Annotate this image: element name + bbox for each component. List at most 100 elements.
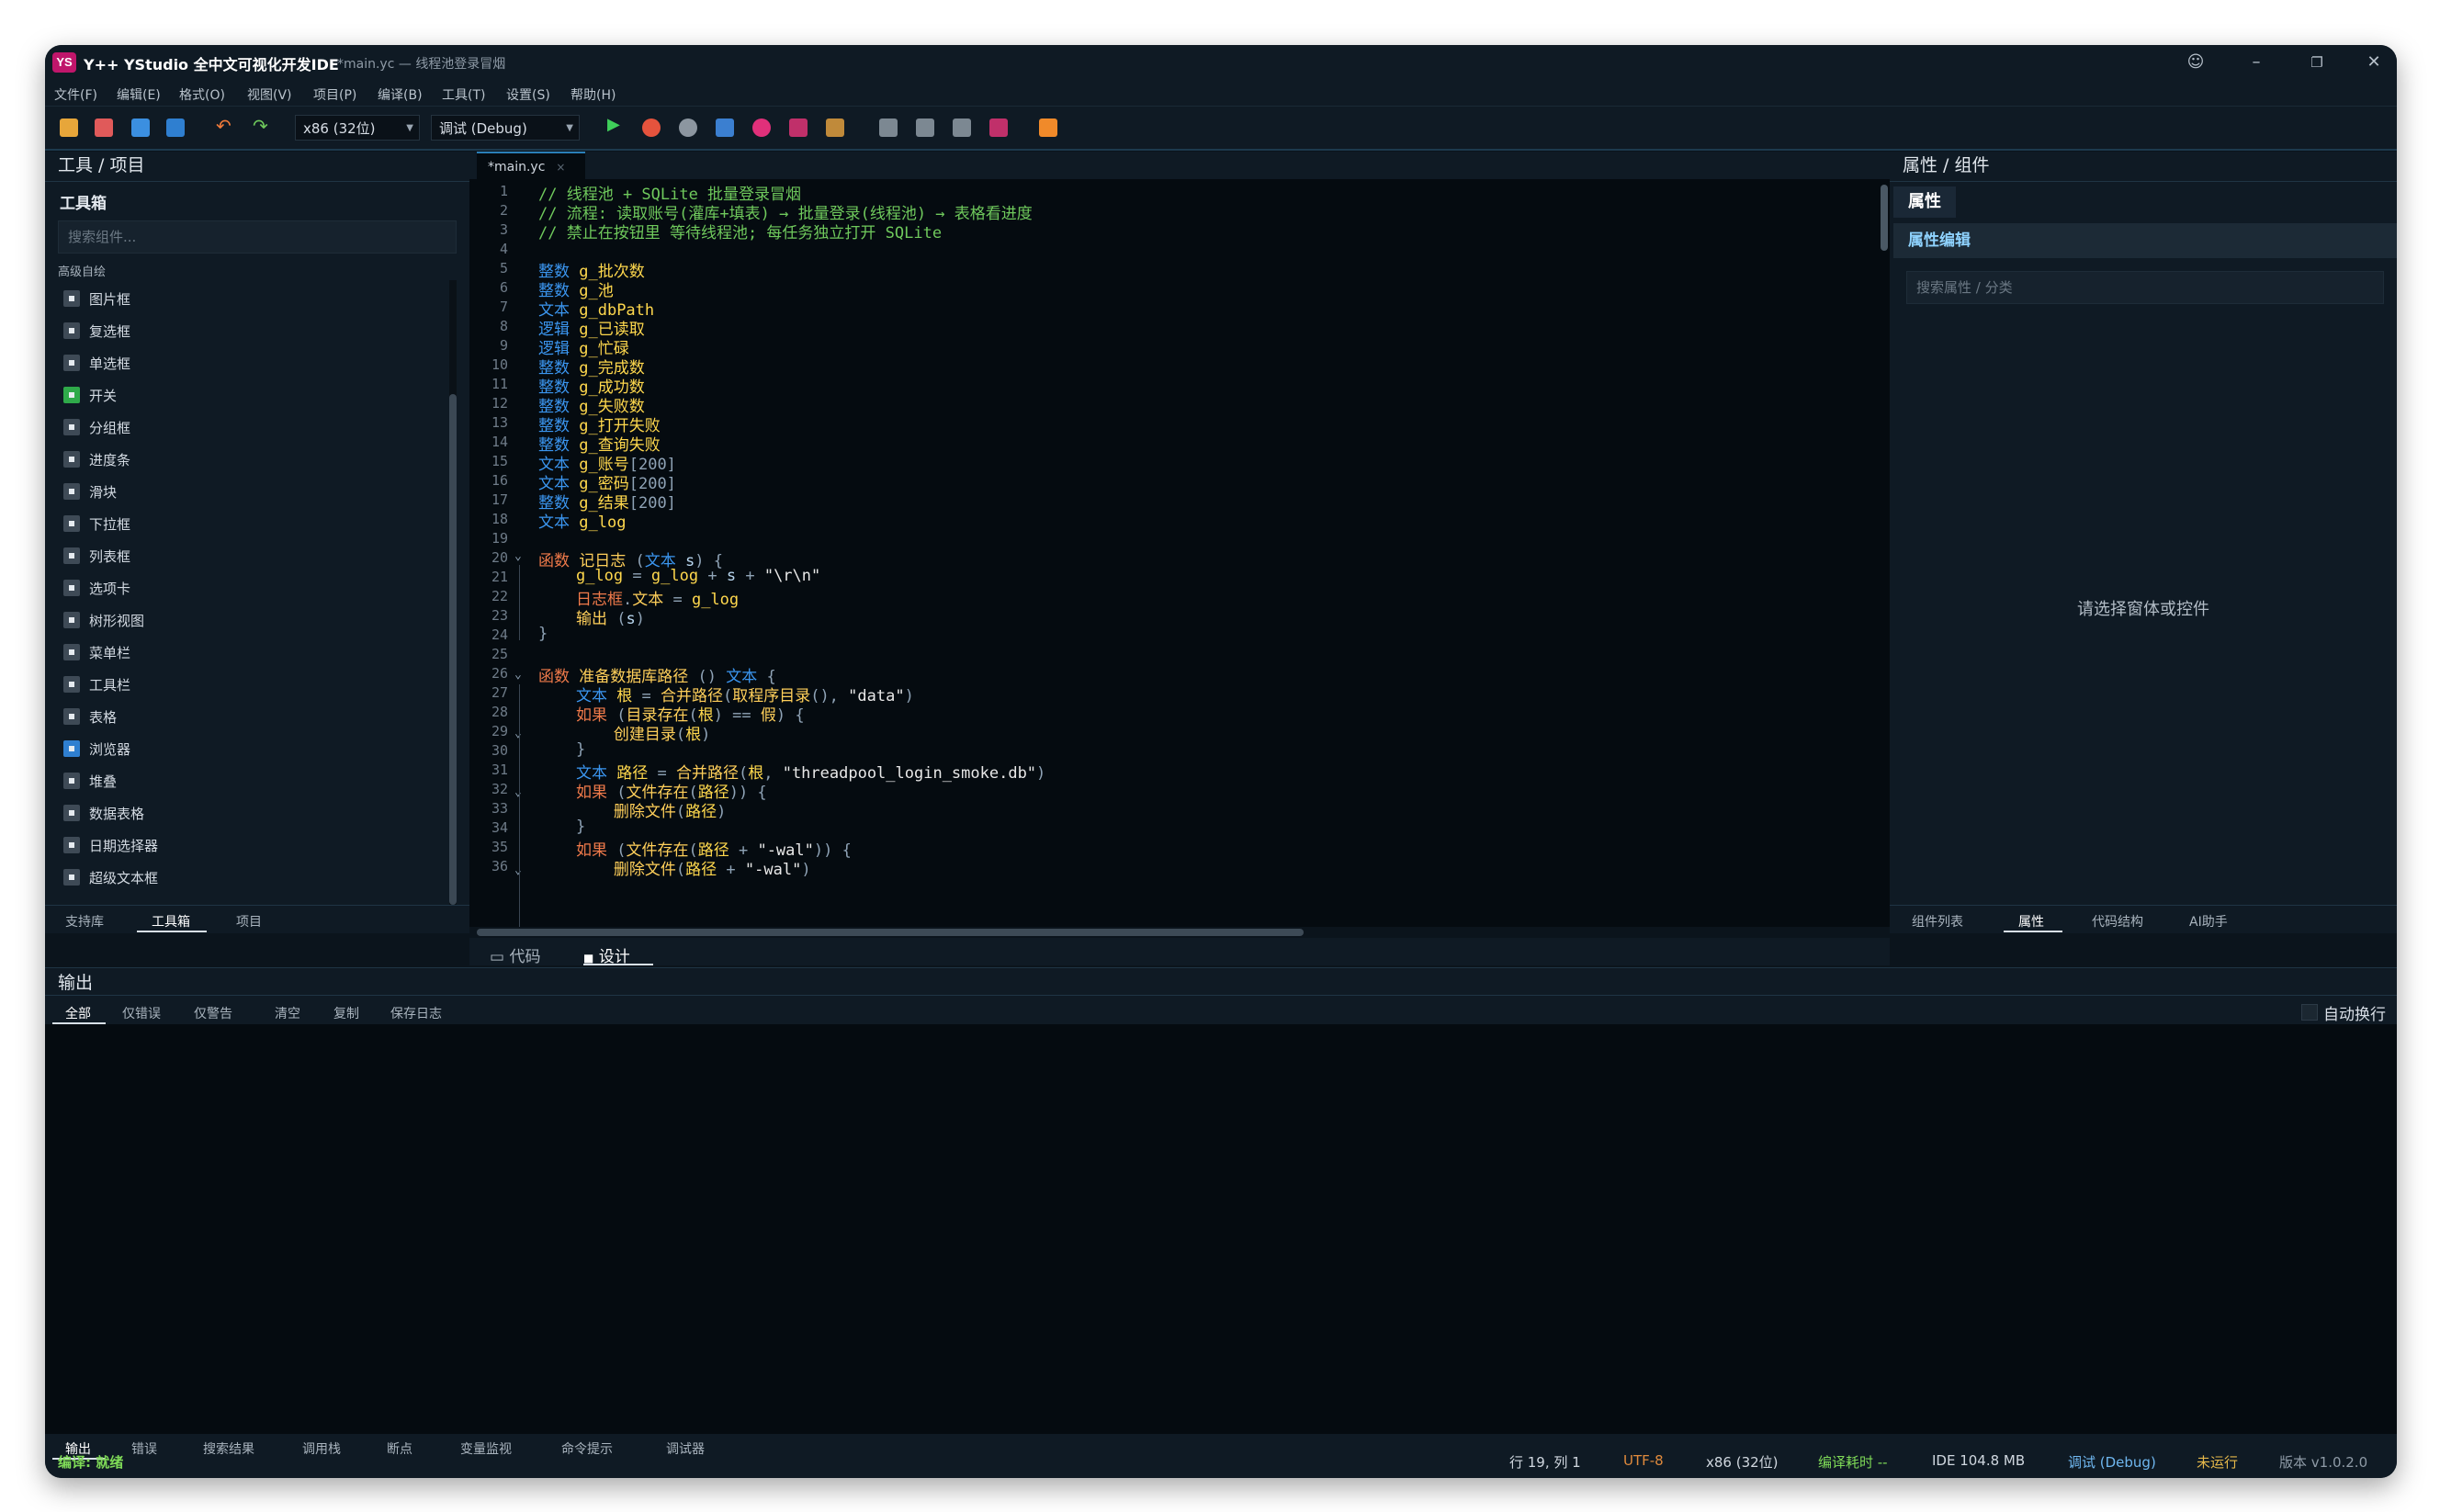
tool-item-table[interactable]: 表格 [63, 704, 117, 731]
tool-item-checkbox[interactable]: 复选框 [63, 318, 130, 345]
tool-item-progress[interactable]: 进度条 [63, 446, 130, 474]
share-icon[interactable] [879, 118, 898, 137]
menu-view[interactable]: 视图(V) [247, 85, 292, 104]
stop-icon[interactable] [679, 118, 697, 137]
export-icon[interactable] [1039, 118, 1057, 137]
tool-item-picture[interactable]: 图片框 [63, 286, 130, 313]
tool-item-dropdown[interactable]: 下拉框 [63, 511, 130, 538]
word-wrap-checkbox[interactable] [2301, 1004, 2318, 1021]
tab-search-results[interactable]: 搜索结果 [203, 1439, 254, 1458]
tab-call-stack[interactable]: 调用栈 [302, 1439, 341, 1458]
tab-properties-header[interactable]: 属性 [1893, 186, 1956, 218]
fold-marker-icon[interactable]: ⌄ [514, 668, 522, 682]
menu-format[interactable]: 格式(O) [179, 85, 225, 104]
debug-tool-icon[interactable] [826, 118, 844, 137]
tool-item-browser[interactable]: 浏览器 [63, 736, 130, 763]
arch-status[interactable]: x86 (32位) [1706, 1452, 1779, 1472]
filter-warnings-only[interactable]: 仅警告 [194, 1004, 232, 1022]
encoding-status[interactable]: UTF-8 [1623, 1452, 1664, 1469]
menu-settings[interactable]: 设置(S) [506, 85, 550, 104]
save-icon[interactable] [131, 118, 150, 137]
feedback-icon[interactable]: ☺ [2184, 51, 2208, 74]
tool-item-toolbar[interactable]: 工具栏 [63, 671, 130, 699]
fold-marker-icon[interactable]: ⌄ [514, 549, 522, 563]
tab-watch[interactable]: 变量监视 [460, 1439, 512, 1458]
tool-item-richtext[interactable]: 超级文本框 [63, 864, 158, 892]
config-select[interactable]: 调试 (Debug) ▼ [431, 115, 580, 141]
tab-ai-assistant[interactable]: AI助手 [2189, 912, 2228, 931]
redo-icon[interactable]: ↷ [253, 115, 268, 137]
tool-item-label: 选项卡 [89, 581, 131, 597]
code-editor[interactable]: 1 2 3 4 5 6 7 8 9 10 11 12 13 14 15 16 17 18 19 20 21 22 23 24 2… [469, 179, 1890, 927]
tab-code-structure[interactable]: 代码结构 [2092, 912, 2143, 931]
tool-item-switch[interactable]: 开关 [63, 382, 117, 410]
line-number: 33 [491, 800, 508, 817]
fold-marker-icon[interactable]: ⌄ [514, 863, 522, 877]
tab-errors[interactable]: 错误 [131, 1439, 157, 1458]
menu-help[interactable]: 帮助(H) [570, 85, 616, 104]
save-log-button[interactable]: 保存日志 [390, 1004, 442, 1022]
tab-properties[interactable]: 属性 [2018, 912, 2044, 931]
close-tab-icon[interactable]: × [556, 161, 565, 174]
package-icon[interactable] [989, 118, 1008, 137]
tool-item-label: 滑块 [89, 484, 118, 501]
step-over-icon[interactable] [716, 118, 734, 137]
tool-item-stack[interactable]: 堆叠 [63, 768, 117, 795]
arch-select[interactable]: x86 (32位) ▼ [295, 115, 420, 141]
editor-tab-main[interactable]: *main.yc × [477, 152, 585, 179]
step-into-icon[interactable] [752, 118, 771, 137]
toolbox-search-input[interactable]: 搜索组件... [58, 220, 457, 254]
copy-button[interactable]: 复制 [333, 1004, 359, 1022]
tab-component-list[interactable]: 组件列表 [1912, 912, 1963, 931]
tab-debugger[interactable]: 调试器 [666, 1439, 705, 1458]
filter-errors-only[interactable]: 仅错误 [122, 1004, 161, 1022]
tool-item-slider[interactable]: 滑块 [63, 479, 117, 506]
tab-code[interactable]: ▭ 代码 [490, 943, 540, 966]
step-out-icon[interactable] [789, 118, 808, 137]
tool-item-menubar[interactable]: 菜单栏 [63, 639, 130, 667]
new-file-icon[interactable] [95, 118, 113, 137]
pause-icon[interactable] [642, 118, 661, 137]
config-status[interactable]: 调试 (Debug) [2068, 1452, 2156, 1472]
tool-item-groupbox[interactable]: 分组框 [63, 414, 130, 442]
menu-edit[interactable]: 编辑(E) [117, 85, 161, 104]
run-icon[interactable]: ▶ [607, 115, 620, 134]
fold-marker-icon[interactable]: ⌄ [514, 727, 522, 740]
minimize-button[interactable]: – [2244, 51, 2268, 74]
app-logo-icon: YS [52, 52, 76, 73]
open-folder-icon[interactable] [60, 118, 78, 137]
filter-all[interactable]: 全部 [65, 1004, 91, 1022]
property-search-input[interactable]: 搜索属性 / 分类 [1906, 271, 2384, 304]
tool-item-listbox[interactable]: 列表框 [63, 543, 130, 570]
tab-breakpoints[interactable]: 断点 [387, 1439, 412, 1458]
clear-button[interactable]: 清空 [275, 1004, 300, 1022]
fold-marker-icon[interactable]: ⌄ [514, 785, 522, 799]
tool-item-tabs[interactable]: 选项卡 [63, 575, 130, 603]
grid-icon[interactable] [953, 118, 971, 137]
tool-item-datepicker[interactable]: 日期选择器 [63, 832, 158, 860]
restore-button[interactable]: ❐ [2305, 51, 2329, 74]
menu-file[interactable]: 文件(F) [54, 85, 97, 104]
editor-horizontal-scrollbar[interactable] [477, 927, 1882, 938]
save-all-icon[interactable] [166, 118, 185, 137]
undo-icon[interactable]: ↶ [216, 115, 232, 137]
tool-item-treeview[interactable]: 树形视图 [63, 607, 144, 635]
tab-command-prompt[interactable]: 命令提示 [561, 1439, 613, 1458]
menu-tools[interactable]: 工具(T) [442, 85, 485, 104]
empty-selection-hint: 请选择窗体或控件 [2077, 600, 2209, 619]
tool-item-radio[interactable]: 单选框 [63, 350, 130, 378]
tool-item-datagrid[interactable]: 数据表格 [63, 800, 144, 828]
hierarchy-icon[interactable] [916, 118, 934, 137]
line-number: 25 [491, 646, 508, 662]
output-console[interactable] [45, 1024, 2397, 1434]
close-button[interactable]: ✕ [2362, 51, 2386, 74]
tab-project[interactable]: 项目 [236, 912, 262, 931]
menu-project[interactable]: 项目(P) [313, 85, 356, 104]
tab-toolbox[interactable]: 工具箱 [152, 912, 190, 931]
toolbox-scroll-thumb[interactable] [449, 394, 457, 905]
tab-library[interactable]: 支持库 [65, 912, 104, 931]
active-tab-indicator [2004, 931, 2062, 932]
editor-horizontal-scroll-thumb[interactable] [477, 929, 1304, 936]
menu-build[interactable]: 编译(B) [378, 85, 423, 104]
editor-vertical-scrollbar[interactable] [1881, 185, 1888, 251]
